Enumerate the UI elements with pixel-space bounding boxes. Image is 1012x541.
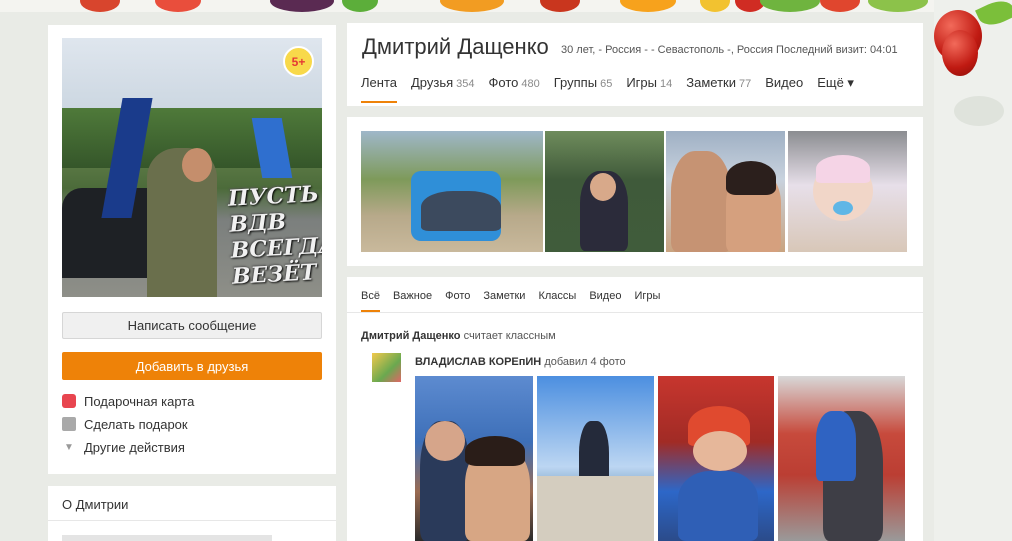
splash-decoration — [954, 96, 1004, 126]
post-header: ВЛАДИСЛАВ КОРЕпИН добавил 4 фото — [415, 356, 626, 368]
photo-hair-shape — [465, 436, 525, 466]
photo-child-shape — [816, 411, 856, 481]
feed-tab-video[interactable]: Видео — [589, 290, 621, 302]
profile-avatar[interactable]: ПУСТЬ ВДВ ВСЕГДА ВЕЗЁТ — [62, 38, 322, 297]
fruit-decoration — [820, 0, 860, 12]
feed-tab-likes[interactable]: Классы — [538, 290, 576, 302]
post-photo[interactable] — [778, 376, 905, 541]
gift-card-label: Подарочная карта — [84, 393, 195, 409]
photo-hat-shape — [816, 155, 870, 183]
fruit-decoration — [440, 0, 504, 12]
gift-card-action[interactable]: Подарочная карта — [62, 392, 194, 410]
feed-filter-tabs: Всё Важное Фото Заметки Классы Видео Игр… — [361, 290, 673, 312]
tab-notes[interactable]: Заметки 77 — [686, 75, 751, 96]
fruit-banner — [0, 0, 1012, 12]
post-photo[interactable] — [658, 376, 774, 541]
tab-photos[interactable]: Фото 480 — [489, 75, 540, 96]
cherry-decoration — [934, 0, 1012, 541]
make-gift-label: Сделать подарок — [84, 416, 188, 432]
photo-pacifier-shape — [833, 201, 853, 215]
avatar-head — [182, 148, 212, 182]
feed-tab-games[interactable]: Игры — [634, 290, 660, 302]
post-author-avatar[interactable] — [372, 353, 401, 382]
fruit-decoration — [868, 0, 928, 12]
feed-activity-line: Дмитрий Дащенко считает классным — [361, 330, 556, 342]
fruit-decoration — [270, 0, 334, 12]
feed-tab-notes[interactable]: Заметки — [483, 290, 525, 302]
fruit-decoration — [700, 0, 730, 12]
photo-hair-shape — [726, 161, 776, 195]
caret-down-icon: ▼ — [64, 441, 74, 453]
write-message-button[interactable]: Написать сообщение — [62, 312, 322, 339]
divider — [48, 520, 336, 521]
feed-tab-photo[interactable]: Фото — [445, 290, 470, 302]
fruit-decoration — [342, 0, 378, 12]
divider — [347, 312, 923, 313]
tab-friends[interactable]: Друзья 354 — [411, 75, 475, 96]
profile-tabs: Лента Друзья 354 Фото 480 Группы 65 Игры 14 … — [361, 75, 868, 103]
photo-people-shape — [421, 191, 501, 231]
gift-card-icon — [62, 394, 76, 408]
post-photo[interactable] — [415, 376, 533, 541]
photo-thumbnail[interactable] — [545, 131, 664, 252]
about-text-placeholder — [62, 535, 272, 541]
leaf-decoration — [975, 0, 1012, 31]
fruit-decoration — [540, 0, 580, 12]
make-gift-action[interactable]: Сделать подарок — [62, 415, 188, 433]
photo-person-shape — [671, 151, 731, 252]
tab-games[interactable]: Игры 14 — [626, 75, 672, 96]
photo-ground-shape — [537, 476, 654, 541]
photo-thumbnail[interactable] — [788, 131, 907, 252]
post-photo[interactable] — [537, 376, 654, 541]
post-action-text: добавил 4 фото — [544, 356, 626, 368]
post-author-link[interactable]: ВЛАДИСЛАВ КОРЕпИН — [415, 356, 541, 368]
cherry-decoration-2 — [942, 30, 978, 76]
profile-name: Дмитрий Дащенко — [362, 34, 549, 59]
photo-jacket-shape — [678, 471, 758, 541]
other-actions-label: Другие действия — [84, 439, 185, 455]
fruit-decoration — [155, 0, 201, 12]
photo-thumbnail[interactable] — [666, 131, 785, 252]
feed-tab-all[interactable]: Всё — [361, 290, 380, 312]
profile-meta: 30 лет, - Россия - - Севастополь -, Росс… — [561, 44, 898, 56]
photo-face-shape — [693, 431, 747, 471]
fruit-decoration — [620, 0, 676, 12]
about-title[interactable]: О Дмитрии — [62, 497, 128, 512]
gift-icon — [62, 417, 76, 431]
add-friend-button[interactable]: Добавить в друзья — [62, 352, 322, 380]
fruit-decoration — [80, 0, 120, 12]
tab-video[interactable]: Видео — [765, 75, 803, 96]
photo-thumbnail[interactable] — [361, 131, 543, 252]
other-actions[interactable]: ▼ Другие действия — [62, 438, 185, 456]
tab-feed[interactable]: Лента — [361, 75, 397, 103]
tab-more[interactable]: Ещё ▾ — [817, 75, 854, 97]
fruit-decoration — [760, 0, 820, 12]
about-card — [48, 486, 336, 541]
feed-actor-link[interactable]: Дмитрий Дащенко — [361, 330, 461, 342]
photo-face-shape — [425, 421, 465, 461]
tab-groups[interactable]: Группы 65 — [554, 75, 613, 96]
avatar-caption: ПУСТЬ ВДВ ВСЕГДА ВЕЗЁТ — [227, 181, 322, 290]
photo-face-shape — [590, 173, 616, 201]
feed-action-text: считает классным — [463, 330, 556, 342]
feed-tab-important[interactable]: Важное — [393, 290, 432, 302]
age-rating-badge: 5+ — [283, 46, 314, 77]
